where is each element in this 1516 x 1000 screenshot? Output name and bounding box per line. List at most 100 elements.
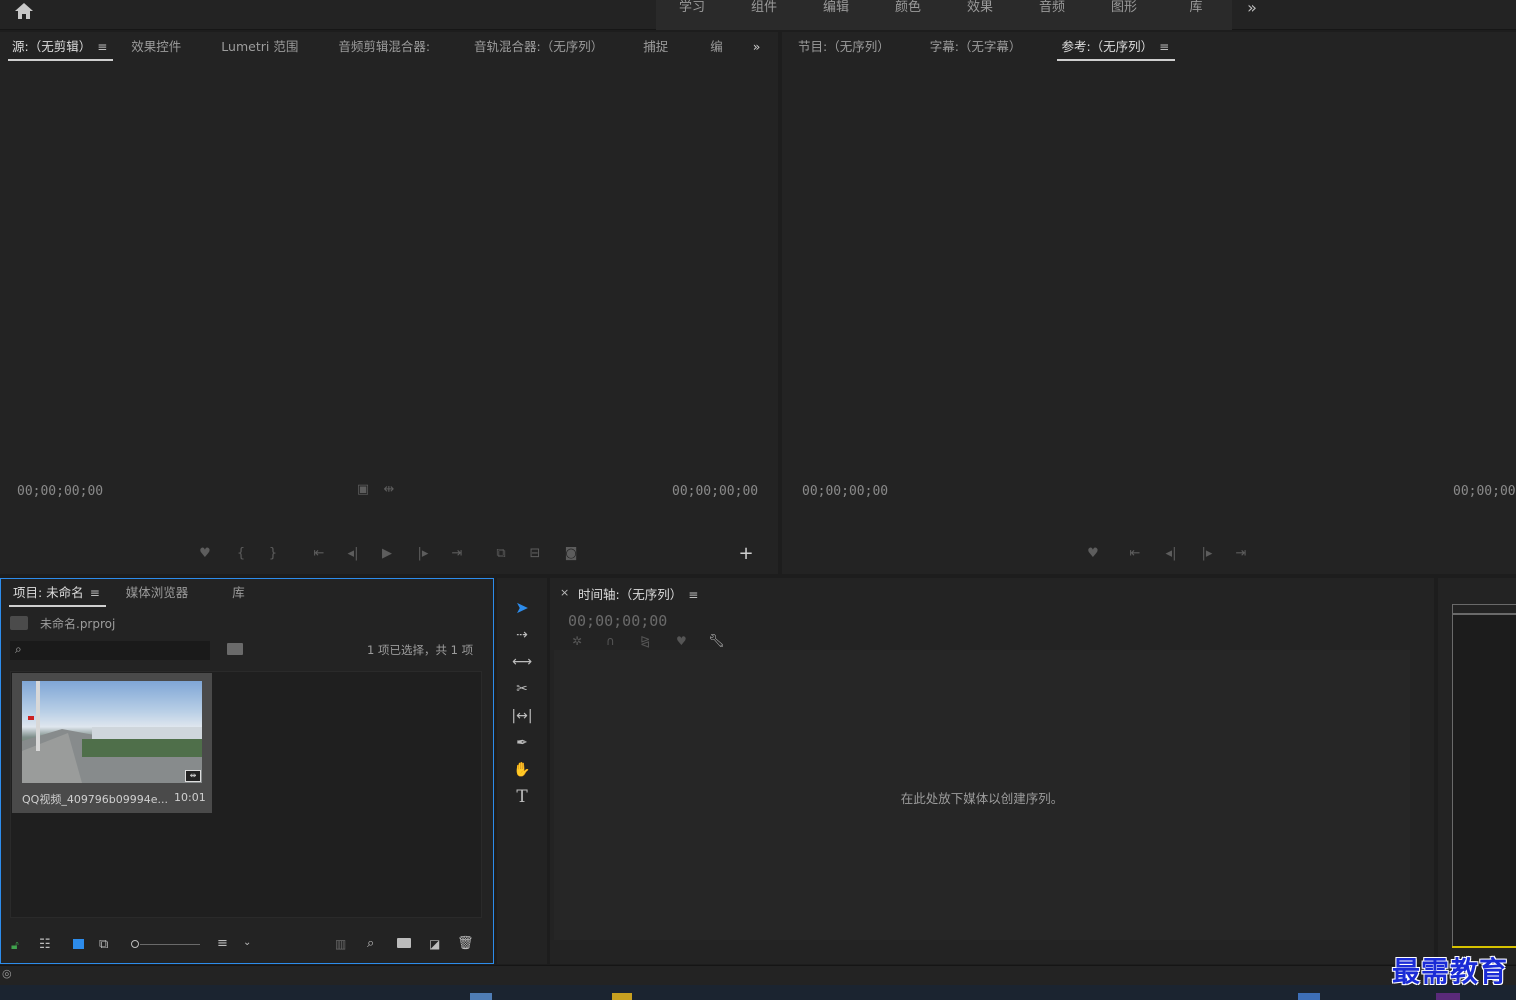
tab-media-browser[interactable]: 媒体浏览器 [124, 583, 191, 603]
type-tool-icon[interactable]: T [510, 786, 534, 808]
hand-tool-icon[interactable]: ✋ [510, 759, 534, 781]
tab-edit-truncated[interactable]: 编 [708, 37, 725, 57]
tab-reference[interactable]: 参考:（无序列） ≡ [1057, 37, 1175, 61]
go-to-in-icon[interactable]: ⇤ [1124, 546, 1146, 562]
tab-libraries[interactable]: 库 [230, 583, 247, 603]
panel-menu-icon[interactable]: ≡ [1159, 37, 1169, 57]
panel-menu-icon[interactable]: ≡ [688, 588, 698, 602]
workspace-tab-editing[interactable]: 编辑 [800, 0, 872, 30]
go-to-out-icon[interactable]: ⇥ [446, 546, 468, 562]
slip-tool-icon[interactable]: |↔| [510, 705, 534, 727]
insert-icon[interactable]: ⇹ [378, 482, 400, 498]
step-back-icon[interactable]: ◂| [342, 546, 364, 562]
add-marker-icon[interactable]: ♥ [194, 546, 216, 562]
automate-to-sequence-icon[interactable]: ▥ [335, 937, 346, 951]
pen-tool-icon[interactable]: ✒ [510, 732, 534, 754]
wrench-icon[interactable]: 🔧︎ [708, 634, 725, 649]
tab-captions[interactable]: 字幕:（无字幕） [928, 37, 1024, 57]
status-bar: ◎ [0, 965, 1516, 985]
audio-meter-header [1452, 604, 1516, 614]
tab-overflow-icon[interactable]: » [751, 37, 763, 57]
add-marker-icon[interactable]: ♥ [676, 634, 687, 648]
icon-view-icon[interactable] [73, 939, 84, 949]
project-bin-area[interactable]: ⇹ QQ视频_409796b09994e... 10:01 [10, 671, 482, 918]
find-icon[interactable]: ⌕ [367, 936, 374, 951]
taskbar-app-icon[interactable] [470, 993, 492, 1000]
tab-audio-track-mixer[interactable]: 音轨混合器:（无序列） [472, 37, 605, 57]
program-panel-tabs: 节目:（无序列） 字幕:（无字幕） 参考:（无序列） ≡ [796, 34, 1175, 61]
sort-icon[interactable]: ≡ [217, 936, 228, 951]
chevron-down-icon[interactable]: ⌄ [243, 937, 251, 948]
freeform-view-icon[interactable]: ⧉ [99, 937, 108, 952]
os-taskbar [0, 985, 1516, 1000]
overwrite-clip-icon[interactable]: ⊟ [524, 546, 546, 562]
insert-clip-icon[interactable]: ⧉ [490, 546, 512, 562]
zoom-slider-track[interactable] [140, 944, 200, 945]
taskbar-app-icon[interactable] [1298, 993, 1320, 1000]
workspace-tab-graphics[interactable]: 图形 [1088, 0, 1160, 30]
button-editor-add-icon[interactable]: + [735, 545, 757, 563]
timeline-drop-area[interactable]: 在此处放下媒体以创建序列。 [554, 650, 1410, 940]
program-monitor-panel: 节目:（无序列） 字幕:（无字幕） 参考:（无序列） ≡ 00;00;00;00 … [782, 32, 1516, 574]
linked-selection-icon[interactable]: ⧎ [640, 634, 650, 648]
tab-lumetri-scopes[interactable]: Lumetri 范围 [219, 37, 300, 57]
list-view-icon[interactable]: ☷ [39, 937, 51, 952]
audio-meters-panel [1438, 578, 1516, 964]
workspace-tab-libraries[interactable]: 库 [1160, 0, 1232, 30]
panel-menu-icon[interactable]: ≡ [90, 583, 100, 603]
workspace-tab-color[interactable]: 颜色 [872, 0, 944, 30]
trash-icon[interactable]: 🗑︎ [457, 936, 474, 951]
mark-in-icon[interactable]: { [230, 546, 252, 562]
workspace-tab-effects[interactable]: 效果 [944, 0, 1016, 30]
project-file-name: 未命名.prproj [40, 617, 116, 631]
ripple-edit-tool-icon[interactable]: ⟷ [510, 651, 534, 673]
tab-effect-controls[interactable]: 效果控件 [129, 37, 183, 57]
mark-out-icon[interactable]: } [262, 546, 284, 562]
source-timecode-current[interactable]: 00;00;00;00 [17, 484, 103, 499]
step-forward-icon[interactable]: |▸ [1196, 546, 1218, 562]
workspace-tab-audio[interactable]: 音频 [1016, 0, 1088, 30]
project-search-input[interactable] [10, 641, 210, 660]
go-to-out-icon[interactable]: ⇥ [1230, 546, 1252, 562]
export-frame-icon[interactable]: ◙ [560, 546, 582, 562]
nest-toggle-icon[interactable]: ✲ [572, 634, 582, 648]
search-icon: ⌕ [15, 642, 22, 656]
tab-source[interactable]: 源:（无剪辑） ≡ [7, 37, 114, 61]
lock-icon[interactable]: 🔓︎ [11, 938, 19, 953]
home-icon[interactable] [14, 2, 34, 20]
program-timecode-duration: 00;00;00;0 [1453, 484, 1516, 499]
drop-frame-icon[interactable]: ▣ [352, 482, 374, 498]
project-panel: 项目: 未命名 ≡ 媒体浏览器 库 未命名.prproj ⌕ 1 项已选择，共 1… [0, 578, 494, 964]
program-timecode-current[interactable]: 00;00;00;00 [802, 484, 888, 499]
tab-project[interactable]: 项目: 未命名 ≡ [9, 583, 106, 607]
tab-audio-clip-mixer[interactable]: 音频剪辑混合器: [336, 37, 432, 57]
track-select-tool-icon[interactable]: ⇢ [510, 624, 534, 646]
workspace-tab-learn[interactable]: 学习 [656, 0, 728, 30]
close-icon[interactable]: × [560, 586, 569, 599]
tab-program[interactable]: 节目:（无序列） [796, 37, 892, 57]
audio-meter [1452, 614, 1516, 948]
workspace-overflow-icon[interactable]: » [1240, 0, 1264, 18]
step-forward-icon[interactable]: |▸ [412, 546, 434, 562]
panel-menu-icon[interactable]: ≡ [97, 37, 107, 57]
taskbar-premiere-icon[interactable] [1436, 993, 1460, 1000]
link-marker-icon[interactable]: ♥ [1082, 546, 1104, 562]
snap-icon[interactable]: ∩ [606, 634, 615, 648]
timeline-panel: × 时间轴:（无序列） ≡ 00;00;00;00 ✲ ∩ ⧎ ♥ 🔧︎ 在此处放… [550, 578, 1434, 964]
timeline-timecode[interactable]: 00;00;00;00 [568, 612, 667, 630]
timeline-title[interactable]: 时间轴:（无序列） ≡ [578, 584, 698, 603]
selection-tool-icon[interactable]: ➤ [510, 597, 534, 619]
zoom-slider-handle[interactable] [131, 940, 139, 948]
workspace-tab-assembly[interactable]: 组件 [728, 0, 800, 30]
taskbar-app-icon[interactable] [612, 993, 632, 1000]
go-to-in-icon[interactable]: ⇤ [308, 546, 330, 562]
clip-thumbnail-card[interactable]: ⇹ QQ视频_409796b09994e... 10:01 [12, 673, 212, 813]
new-bin-icon[interactable] [397, 938, 411, 948]
tab-capture[interactable]: 捕捉 [641, 37, 670, 57]
new-search-bin-icon[interactable] [227, 643, 243, 655]
step-back-icon[interactable]: ◂| [1160, 546, 1182, 562]
selection-count: 1 项已选择，共 1 项 [367, 643, 474, 657]
razor-tool-icon[interactable]: ✂ [510, 678, 534, 700]
new-item-icon[interactable]: ◪ [429, 937, 440, 951]
play-icon[interactable]: ▶ [376, 546, 398, 562]
